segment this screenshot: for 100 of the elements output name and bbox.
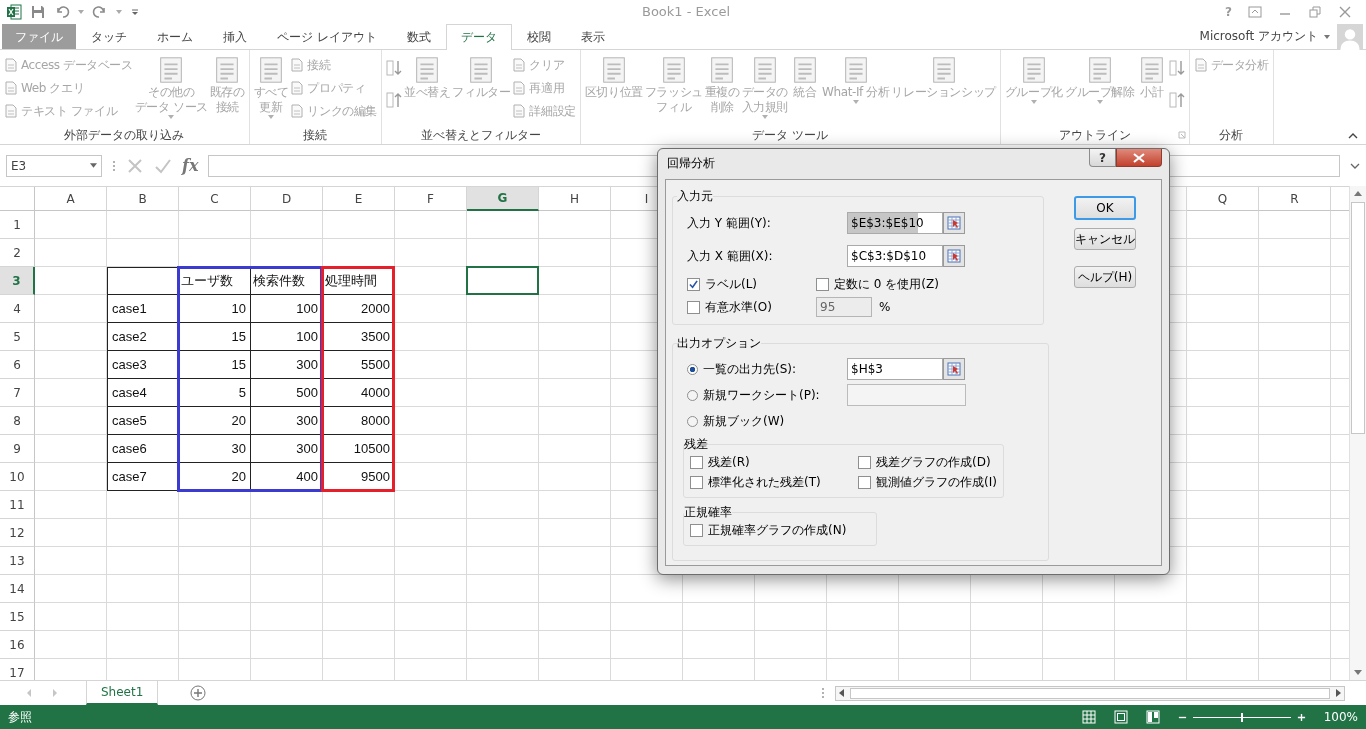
vertical-scrollbar[interactable] <box>1349 186 1366 680</box>
splitter-handle-icon[interactable] <box>112 159 116 172</box>
redo-icon[interactable] <box>92 4 108 20</box>
checkbox-label[interactable]: 正規確率グラフの作成(N) <box>708 521 847 539</box>
dialog-button[interactable]: ヘルプ(H) <box>1074 266 1136 288</box>
checkbox[interactable] <box>690 475 703 489</box>
radio-label[interactable]: 新規ワークシート(P): <box>703 386 820 404</box>
ribbon-tab[interactable]: 数式 <box>391 24 446 49</box>
checkbox-label[interactable]: 標準化された残差(T) <box>708 473 821 491</box>
select-all-corner[interactable] <box>0 187 35 211</box>
scroll-up-icon[interactable] <box>1354 190 1362 196</box>
column-header[interactable]: D <box>251 187 323 211</box>
row-header[interactable]: 11 <box>0 491 35 519</box>
row-header[interactable]: 5 <box>0 323 35 351</box>
checkbox-label[interactable]: 定数に 0 を使用(Z) <box>834 275 939 293</box>
radio-label[interactable]: 一覧の出力先(S): <box>703 360 797 378</box>
row-header[interactable]: 16 <box>0 631 35 659</box>
row-header[interactable]: 4 <box>0 295 35 323</box>
column-header[interactable]: Q <box>1187 187 1259 211</box>
checkbox-label[interactable]: 残差グラフの作成(D) <box>876 453 991 471</box>
previous-sheet-icon[interactable] <box>26 689 32 697</box>
checkbox-label[interactable]: ラベル(L) <box>705 275 758 293</box>
checkbox[interactable] <box>690 455 703 469</box>
caret-icon[interactable] <box>1324 34 1330 39</box>
zoom-in-icon[interactable] <box>1296 712 1306 722</box>
page-layout-icon[interactable] <box>1113 710 1128 724</box>
range-picker-button[interactable] <box>943 245 965 267</box>
row-header[interactable]: 3 <box>0 267 35 295</box>
ribbon-tab[interactable]: タッチ <box>76 24 142 49</box>
add-sheet-icon[interactable] <box>190 685 207 701</box>
restore-icon[interactable] <box>1308 6 1322 18</box>
row-header[interactable]: 9 <box>0 435 35 463</box>
checkbox[interactable] <box>690 523 703 537</box>
row-header[interactable]: 10 <box>0 463 35 491</box>
column-header[interactable]: G <box>467 187 539 211</box>
customize-icon[interactable] <box>130 7 140 17</box>
radio-button[interactable] <box>687 389 698 401</box>
ribbon-tab[interactable]: ホーム <box>142 24 208 49</box>
scroll-thumb[interactable] <box>850 687 1330 699</box>
splitter-handle-icon[interactable] <box>821 687 825 699</box>
range-field[interactable]: $H$3 <box>847 358 943 380</box>
range-field[interactable]: $C$3:$D$10 <box>847 245 943 267</box>
column-header[interactable]: F <box>395 187 467 211</box>
row-header[interactable]: 1 <box>0 211 35 239</box>
save-icon[interactable] <box>30 4 46 20</box>
checkbox-label[interactable]: 観測値グラフの作成(I) <box>876 473 997 491</box>
ribbon-tab[interactable]: 校閲 <box>511 24 566 49</box>
ribbon-tab[interactable]: 挿入 <box>208 24 262 49</box>
sheet-tab[interactable]: Sheet1 <box>86 681 159 705</box>
undo-icon[interactable] <box>54 4 70 20</box>
row-header[interactable]: 7 <box>0 379 35 407</box>
row-header[interactable]: 13 <box>0 547 35 575</box>
scroll-right-icon[interactable] <box>1335 689 1341 697</box>
column-header[interactable]: R <box>1259 187 1331 211</box>
ribbon-tab[interactable]: 表示 <box>565 24 620 49</box>
radio-button[interactable] <box>687 415 698 427</box>
cancel-icon[interactable] <box>126 156 144 175</box>
normal-view-icon[interactable] <box>1081 710 1096 724</box>
ribbon-tab[interactable]: ページ レイアウト <box>262 24 392 49</box>
caret-icon[interactable] <box>90 163 97 168</box>
row-header[interactable]: 12 <box>0 519 35 547</box>
column-header[interactable]: A <box>35 187 107 211</box>
row-header[interactable]: 14 <box>0 575 35 603</box>
checkbox[interactable] <box>858 475 871 489</box>
page-break-icon[interactable] <box>1145 710 1160 724</box>
radio-label[interactable]: 新規ブック(W) <box>703 412 785 430</box>
row-header[interactable]: 2 <box>0 239 35 267</box>
dialog-button[interactable]: OK <box>1074 196 1136 220</box>
column-header[interactable]: C <box>179 187 251 211</box>
row-header[interactable]: 6 <box>0 351 35 379</box>
checkbox-label[interactable]: 残差(R) <box>708 453 750 471</box>
help-button[interactable]: ? <box>1089 149 1116 167</box>
row-header[interactable]: 15 <box>0 603 35 631</box>
checkbox[interactable] <box>858 455 871 469</box>
insert-function-button[interactable]: fx <box>182 156 199 175</box>
range-field[interactable] <box>847 384 966 406</box>
column-header[interactable]: B <box>107 187 179 211</box>
next-sheet-icon[interactable] <box>52 689 58 697</box>
range-picker-button[interactable] <box>943 358 965 380</box>
radio-button[interactable] <box>687 363 698 375</box>
name-box[interactable]: E3 <box>6 154 102 177</box>
checkbox[interactable] <box>816 277 829 291</box>
close-button[interactable] <box>1116 149 1162 167</box>
ribbon-display-icon[interactable] <box>1248 6 1262 18</box>
range-picker-button[interactable] <box>943 212 965 234</box>
column-header[interactable]: E <box>323 187 395 211</box>
ribbon-tab[interactable]: データ <box>445 24 512 50</box>
checkbox-label[interactable]: 有意水準(O) <box>705 298 772 316</box>
scroll-left-icon[interactable] <box>839 689 845 697</box>
account-menu[interactable]: Microsoft アカウント <box>1199 28 1318 45</box>
scroll-down-icon[interactable] <box>1354 670 1362 676</box>
scroll-thumb[interactable] <box>1351 202 1365 434</box>
row-header[interactable]: 8 <box>0 407 35 435</box>
horizontal-scrollbar[interactable] <box>835 685 1345 701</box>
range-field[interactable]: $E$3:$E$10 <box>847 212 943 234</box>
close-icon[interactable] <box>1338 6 1352 18</box>
checkbox[interactable] <box>687 277 700 291</box>
dialog-button[interactable]: キャンセル <box>1074 228 1136 250</box>
column-header[interactable]: H <box>539 187 611 211</box>
zoom-level[interactable]: 100% <box>1323 710 1358 724</box>
